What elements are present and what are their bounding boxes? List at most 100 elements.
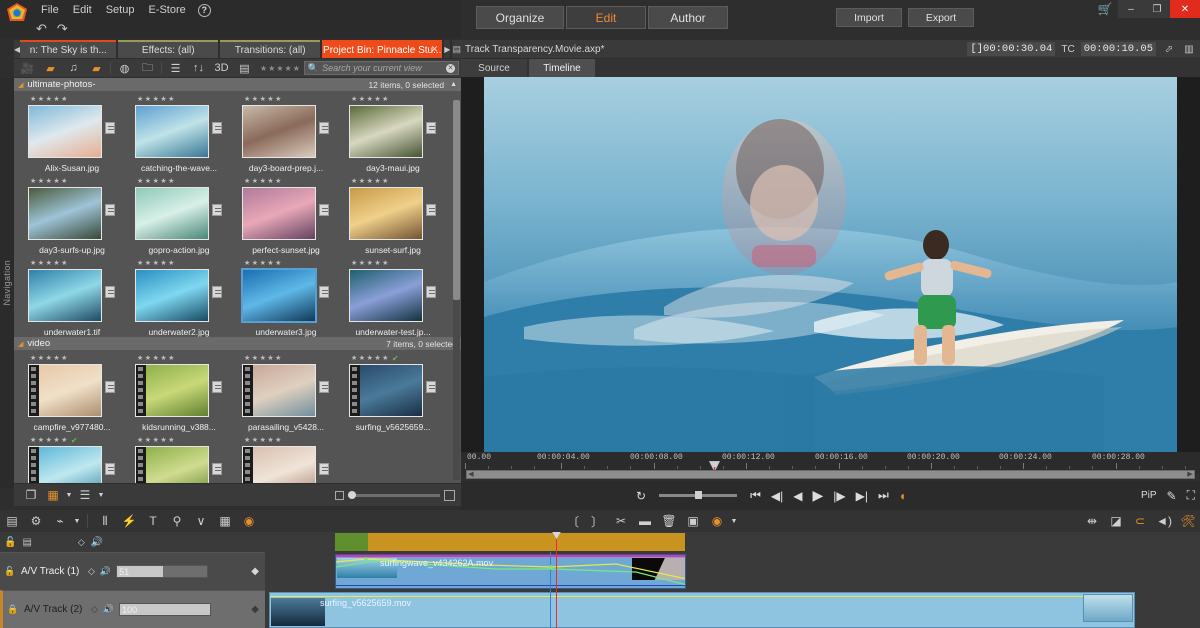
star-icon[interactable]: ★ xyxy=(38,260,44,267)
video-camera-icon[interactable]: 🎥 xyxy=(16,60,39,76)
star-icon[interactable]: ★ xyxy=(168,437,174,444)
bin-item[interactable]: ★ ★ ★ ★ ★ ✔ surfing_v5625659... xyxy=(349,354,456,432)
item-thumbnail[interactable] xyxy=(28,446,102,483)
star-icon[interactable]: ★ xyxy=(267,260,273,267)
thumbnail-wrapper[interactable] xyxy=(349,269,436,324)
scroll-left-icon[interactable]: ◀ xyxy=(467,471,475,478)
list-view-icon[interactable]: ☰ xyxy=(164,60,187,76)
star-icon[interactable]: ★ xyxy=(374,355,380,362)
thumbnail-wrapper[interactable] xyxy=(349,364,436,419)
expand-icon[interactable]: ⬀ xyxy=(1162,44,1176,55)
item-rating[interactable]: ★ ★ ★ ★ ★ xyxy=(28,354,135,362)
mode-edit-button[interactable]: Edit xyxy=(566,6,646,29)
item-rating[interactable]: ★ ★ ★ ★ ★ xyxy=(349,259,456,267)
star-icon[interactable]: ★ xyxy=(38,178,44,185)
track-1-visibility-icon[interactable]: ◇ xyxy=(88,566,95,577)
track-2-lock-icon[interactable]: 🔒 xyxy=(7,604,19,615)
star-icon[interactable]: ★ xyxy=(275,260,281,267)
undo-icon[interactable]: ↶ xyxy=(36,21,47,37)
star-icon[interactable]: ★ xyxy=(244,96,250,103)
star-icon[interactable]: ★ xyxy=(153,96,159,103)
star-icon[interactable]: ★ xyxy=(367,260,373,267)
storyboard-icon[interactable]: ▤ xyxy=(0,511,24,531)
track-2-volume-slider[interactable]: 100 xyxy=(119,603,212,616)
bin-item[interactable]: ★ ★ ★ ★ ★ perfect-sunset.jpg xyxy=(242,177,349,255)
star-icon[interactable]: ★ xyxy=(38,355,44,362)
star-icon[interactable]: ★ xyxy=(61,437,67,444)
menu-estore[interactable]: E-Store xyxy=(141,0,192,20)
bin-group-header[interactable]: ◢ video 7 items, 0 selected xyxy=(14,337,461,350)
star-icon[interactable]: ★ xyxy=(61,355,67,362)
track-2-visibility-icon[interactable]: ◇ xyxy=(91,604,98,615)
star-icon[interactable]: ★ xyxy=(267,437,273,444)
item-thumbnail[interactable] xyxy=(135,364,209,417)
star-icon[interactable]: ★ xyxy=(351,260,357,267)
star-icon[interactable]: ★ xyxy=(382,355,388,362)
star-icon[interactable]: ★ xyxy=(160,260,166,267)
color-wheel-icon[interactable]: ◉ xyxy=(237,511,261,531)
item-rating[interactable]: ★ ★ ★ ★ ★ ✔ xyxy=(349,354,456,363)
star-icon[interactable]: ★ xyxy=(61,178,67,185)
title-clip-amber[interactable] xyxy=(368,533,685,551)
star-icon[interactable]: ★ xyxy=(168,178,174,185)
star-icon[interactable]: ★ xyxy=(145,178,151,185)
thumbnail-wrapper[interactable] xyxy=(135,105,222,160)
skip-end-icon[interactable]: ⏭ xyxy=(873,488,894,503)
star-icon[interactable]: ★ xyxy=(137,260,143,267)
snapshot-icon[interactable]: ▣ xyxy=(681,511,705,531)
sort-icon[interactable]: ↑↓ xyxy=(187,60,210,76)
star-icon[interactable]: ★ xyxy=(382,260,388,267)
star-icon[interactable]: ★ xyxy=(275,178,281,185)
star-icon[interactable]: ★ xyxy=(382,96,388,103)
star-icon[interactable]: ★ xyxy=(374,260,380,267)
item-rating[interactable]: ★ ★ ★ ★ ★ xyxy=(242,95,349,103)
zoom-slider-track[interactable] xyxy=(348,490,440,499)
bin-item[interactable]: ★ ★ ★ ★ ★ day3-maui.jpg xyxy=(349,95,456,173)
bin-item[interactable]: ★ ★ ★ ★ ★ parasailing_v5428... xyxy=(242,354,349,432)
preview-monitor[interactable] xyxy=(484,77,1177,452)
snap-dropdown-icon[interactable]: ▼ xyxy=(72,511,82,531)
item-thumbnail[interactable] xyxy=(242,187,316,240)
item-rating[interactable]: ★ ★ ★ ★ ★ xyxy=(135,259,242,267)
item-rating[interactable]: ★ ★ ★ ★ ★ xyxy=(28,259,135,267)
mark-in-icon[interactable]: 〔 xyxy=(561,511,585,531)
3d-icon[interactable]: 3D xyxy=(210,60,233,76)
track-header-2[interactable]: 🔒 A/V Track (2) ◇ 🔊 100 ◆ xyxy=(0,590,265,628)
fullscreen-icon[interactable]: ⛶ xyxy=(1182,488,1200,503)
thumbnail-wrapper[interactable] xyxy=(242,105,329,160)
star-icon[interactable]: ★ xyxy=(145,96,151,103)
star-icon[interactable]: ★ xyxy=(30,96,36,103)
play-icon[interactable]: ▶ xyxy=(807,487,828,504)
bin-item[interactable]: ★ ★ ★ ★ ★ campfire_v977480... xyxy=(28,354,135,432)
star-icon[interactable]: ★ xyxy=(61,260,67,267)
star-icon[interactable]: ★ xyxy=(53,437,59,444)
mark-out-icon[interactable]: 〕 xyxy=(585,511,609,531)
list-dropdown-icon[interactable]: ▼ xyxy=(96,486,106,504)
skip-start-icon[interactable]: ⏮ xyxy=(745,488,766,503)
star-icon[interactable]: ★ xyxy=(46,355,52,362)
globe-icon[interactable]: ◍ xyxy=(113,60,136,76)
navigation-rail[interactable]: Navigation xyxy=(0,78,14,488)
thumbnail-wrapper[interactable] xyxy=(28,446,115,483)
tab-transitions[interactable]: Transitions: (all) xyxy=(220,40,321,58)
star-icon[interactable]: ★ xyxy=(53,96,59,103)
star-icon[interactable]: ★ xyxy=(46,96,52,103)
star-icon[interactable]: ★ xyxy=(46,260,52,267)
item-thumbnail[interactable] xyxy=(349,364,423,417)
star-icon[interactable]: ★ xyxy=(153,355,159,362)
star-icon[interactable]: ★ xyxy=(367,96,373,103)
bin-scrollbar-thumb[interactable] xyxy=(453,100,460,300)
audio-scrub-icon[interactable]: ◄) xyxy=(1152,511,1176,531)
star-icon[interactable]: ★ xyxy=(351,96,357,103)
magnet-snap-icon[interactable]: ⌁ xyxy=(48,511,72,531)
thumbnail-wrapper[interactable] xyxy=(28,105,115,160)
star-icon[interactable]: ★ xyxy=(359,355,365,362)
star-icon[interactable]: ★ xyxy=(252,260,258,267)
panel-menu-icon[interactable]: ▤ xyxy=(452,40,461,58)
item-thumbnail[interactable] xyxy=(349,187,423,240)
bin-item[interactable]: ★ ★ ★ ★ ★ xyxy=(242,436,349,483)
list-view-icon[interactable]: ☰ xyxy=(74,486,96,504)
bin-item[interactable]: ★ ★ ★ ★ ★ sunset-surf.jpg xyxy=(349,177,456,255)
item-rating[interactable]: ★ ★ ★ ★ ★ xyxy=(135,177,242,185)
export-button[interactable]: Export xyxy=(908,8,974,27)
